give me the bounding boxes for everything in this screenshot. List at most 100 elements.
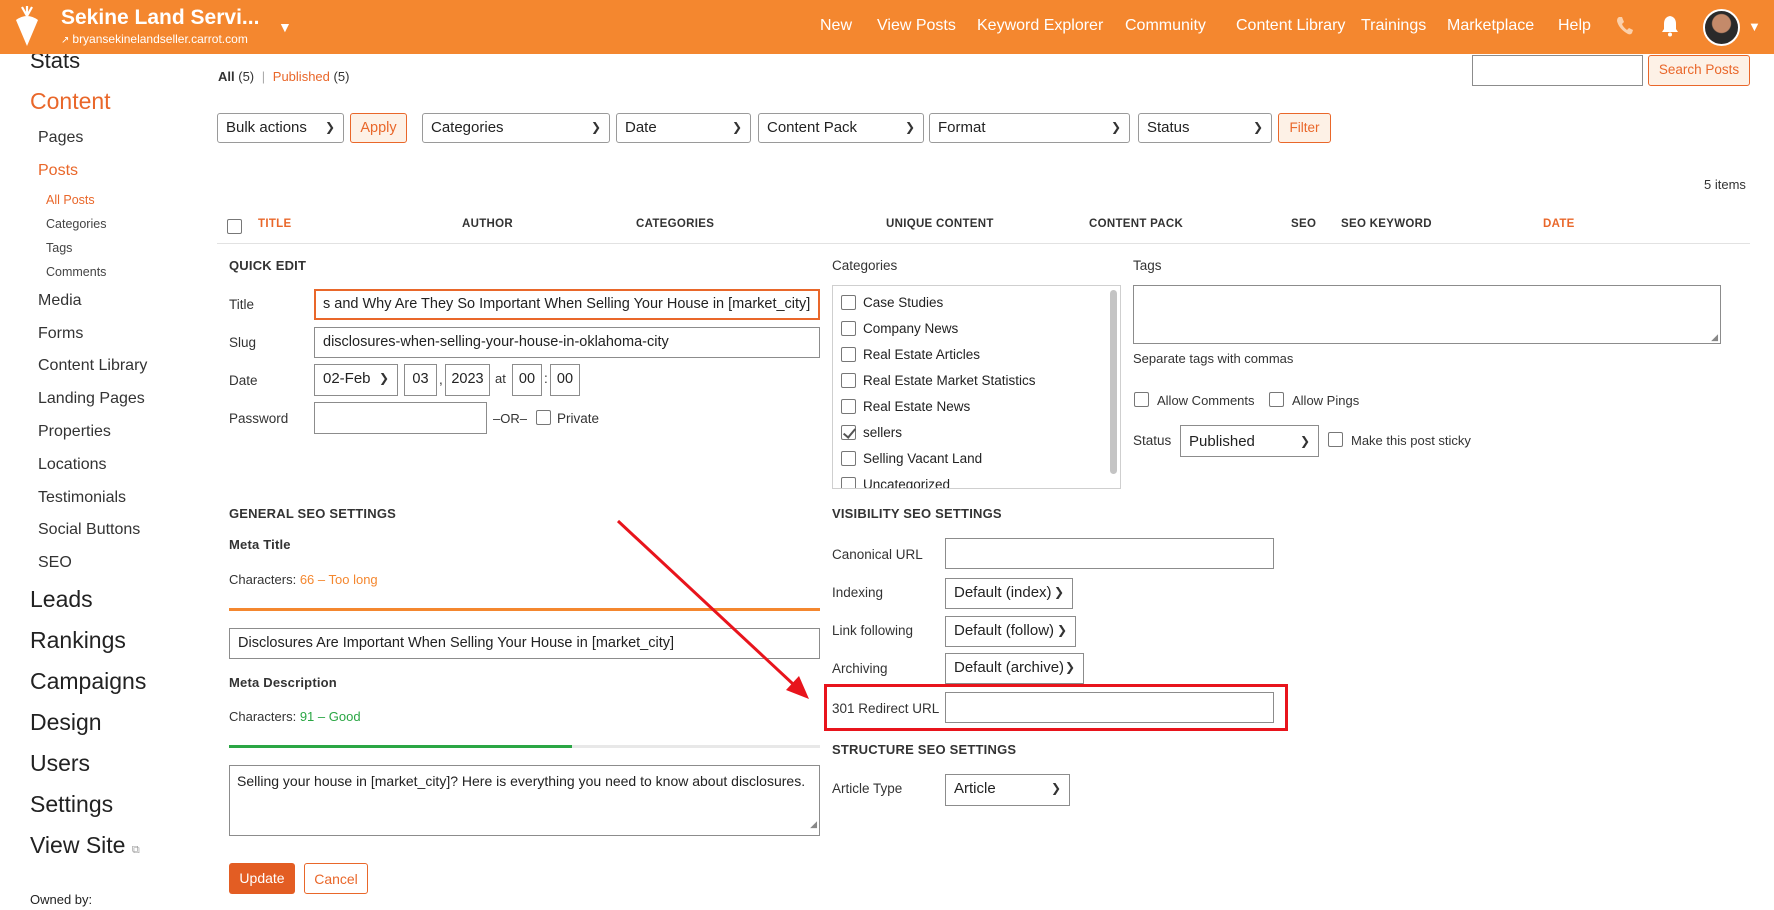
sidebar-item-properties[interactable]: Properties <box>38 423 111 441</box>
carrot-logo-icon[interactable] <box>10 6 44 48</box>
select-all-checkbox[interactable] <box>227 219 242 234</box>
sidebar-item-seo[interactable]: SEO <box>38 554 72 572</box>
category-checkbox[interactable] <box>841 399 856 414</box>
quick-edit-heading: QUICK EDIT <box>229 258 307 273</box>
content-pack-filter-select[interactable]: Content Pack ❯ <box>758 113 924 143</box>
meta-title-chars: Characters: 66 – Too long <box>229 572 378 587</box>
apply-button[interactable]: Apply <box>350 113 407 143</box>
search-posts-input[interactable] <box>1472 55 1643 86</box>
year-input[interactable]: 2023 <box>445 364 490 396</box>
cancel-button[interactable]: Cancel <box>304 863 368 894</box>
resize-handle-icon[interactable]: ◢ <box>810 814 817 835</box>
password-input[interactable] <box>314 402 487 434</box>
bell-icon[interactable] <box>1659 14 1681 38</box>
status-filter-select[interactable]: Status ❯ <box>1138 113 1272 143</box>
sidebar-item-view-site[interactable]: View Site ⧉ <box>30 832 140 859</box>
site-url-text[interactable]: bryansekinelandseller.carrot.com <box>72 32 247 46</box>
date-filter-select[interactable]: Date ❯ <box>616 113 751 143</box>
sidebar-item-forms[interactable]: Forms <box>38 325 83 343</box>
sticky-checkbox[interactable] <box>1328 432 1343 447</box>
archiving-select[interactable]: Default (archive) ❯ <box>945 653 1084 684</box>
sidebar-item-users[interactable]: Users <box>30 750 90 777</box>
status-select[interactable]: Published ❯ <box>1180 425 1319 457</box>
canonical-url-input[interactable] <box>945 538 1274 569</box>
site-name[interactable]: Sekine Land Servi... <box>61 6 259 30</box>
link-following-select[interactable]: Default (follow) ❯ <box>945 616 1076 647</box>
sidebar-item-tags[interactable]: Tags <box>46 241 72 255</box>
sidebar-item-media[interactable]: Media <box>38 292 82 310</box>
column-date[interactable]: DATE <box>1543 218 1575 230</box>
slug-input[interactable]: disclosures-when-selling-your-house-in-o… <box>314 327 820 358</box>
meta-title-progress-bar <box>229 608 820 611</box>
category-checkbox[interactable] <box>841 373 856 388</box>
status-filter-value: Status <box>1147 119 1190 136</box>
nav-view-posts[interactable]: View Posts <box>877 17 956 35</box>
meta-description-textarea[interactable]: Selling your house in [market_city]? Her… <box>229 765 820 836</box>
private-checkbox[interactable] <box>536 410 551 425</box>
month-select[interactable]: 02-Feb ❯ <box>314 364 398 396</box>
sidebar-item-rankings[interactable]: Rankings <box>30 627 126 654</box>
title-input[interactable]: s and Why Are They So Important When Sel… <box>314 289 820 320</box>
nav-help[interactable]: Help <box>1558 17 1591 35</box>
avatar[interactable] <box>1703 9 1740 46</box>
sidebar-item-design[interactable]: Design <box>30 709 102 736</box>
site-url[interactable]: ↗ bryansekinelandseller.carrot.com <box>61 32 248 46</box>
bulk-actions-select[interactable]: Bulk actions ❯ <box>217 113 344 143</box>
format-filter-select[interactable]: Format ❯ <box>929 113 1130 143</box>
update-button[interactable]: Update <box>229 863 295 894</box>
structure-seo-heading: STRUCTURE SEO SETTINGS <box>832 742 1017 757</box>
resize-handle-icon[interactable]: ◢ <box>1711 332 1718 343</box>
categories-scrollbar[interactable] <box>1110 290 1117 474</box>
category-checkbox[interactable] <box>841 321 856 336</box>
link-following-label: Link following <box>832 623 914 638</box>
hour-input[interactable]: 00 <box>512 364 542 396</box>
nav-trainings[interactable]: Trainings <box>1361 17 1426 35</box>
search-posts-button[interactable]: Search Posts <box>1648 55 1750 86</box>
minute-input[interactable]: 00 <box>550 364 580 396</box>
category-checkbox[interactable] <box>841 451 856 466</box>
nav-keyword-explorer[interactable]: Keyword Explorer <box>977 17 1103 35</box>
filter-published[interactable]: Published <box>273 69 330 84</box>
nav-content-library[interactable]: Content Library <box>1236 17 1345 35</box>
chevron-down-icon: ❯ <box>731 120 742 134</box>
sidebar-item-comments[interactable]: Comments <box>46 265 106 279</box>
nav-marketplace[interactable]: Marketplace <box>1447 17 1534 35</box>
sidebar-item-leads[interactable]: Leads <box>30 586 93 613</box>
category-checkbox[interactable] <box>841 477 856 488</box>
sidebar-item-pages[interactable]: Pages <box>38 129 83 147</box>
sidebar-item-categories[interactable]: Categories <box>46 217 106 231</box>
category-checkbox[interactable] <box>841 295 856 310</box>
day-input[interactable]: 03 <box>404 364 437 396</box>
sidebar-item-all-posts[interactable]: All Posts <box>46 193 95 207</box>
sidebar-item-landing-pages[interactable]: Landing Pages <box>38 390 145 408</box>
meta-title-progress-track <box>229 608 820 611</box>
sidebar-item-content-library[interactable]: Content Library <box>38 357 147 375</box>
filter-all[interactable]: All <box>218 69 235 84</box>
category-checkbox[interactable] <box>841 425 856 440</box>
sidebar-item-content[interactable]: Content <box>30 88 111 115</box>
allow-pings-checkbox[interactable] <box>1269 392 1284 407</box>
column-title[interactable]: TITLE <box>258 218 291 230</box>
sidebar-item-locations[interactable]: Locations <box>38 456 107 474</box>
sidebar-item-campaigns[interactable]: Campaigns <box>30 668 146 695</box>
tags-textarea[interactable]: ◢ <box>1133 285 1721 344</box>
categories-list[interactable]: Case Studies Company News Real Estate Arti… <box>832 285 1121 489</box>
sidebar-item-testimonials[interactable]: Testimonials <box>38 489 126 507</box>
nav-new[interactable]: New <box>820 17 852 35</box>
filter-button[interactable]: Filter <box>1278 113 1331 143</box>
categories-filter-select[interactable]: Categories ❯ <box>422 113 610 143</box>
article-type-select[interactable]: Article ❯ <box>945 774 1070 806</box>
chevron-down-icon[interactable]: ▼ <box>278 19 292 35</box>
sidebar-item-posts[interactable]: Posts <box>38 162 78 180</box>
allow-comments-checkbox[interactable] <box>1134 392 1149 407</box>
nav-community[interactable]: Community <box>1125 17 1206 35</box>
phone-icon[interactable] <box>1614 14 1636 38</box>
allow-comments-label: Allow Comments <box>1157 393 1255 408</box>
chevron-down-icon[interactable]: ▼ <box>1748 19 1761 34</box>
meta-title-input[interactable]: Disclosures Are Important When Selling Y… <box>229 628 820 659</box>
allow-pings-label: Allow Pings <box>1292 393 1360 408</box>
indexing-select[interactable]: Default (index) ❯ <box>945 578 1073 609</box>
sidebar-item-social-buttons[interactable]: Social Buttons <box>38 521 140 539</box>
sidebar-item-settings[interactable]: Settings <box>30 791 113 818</box>
category-checkbox[interactable] <box>841 347 856 362</box>
